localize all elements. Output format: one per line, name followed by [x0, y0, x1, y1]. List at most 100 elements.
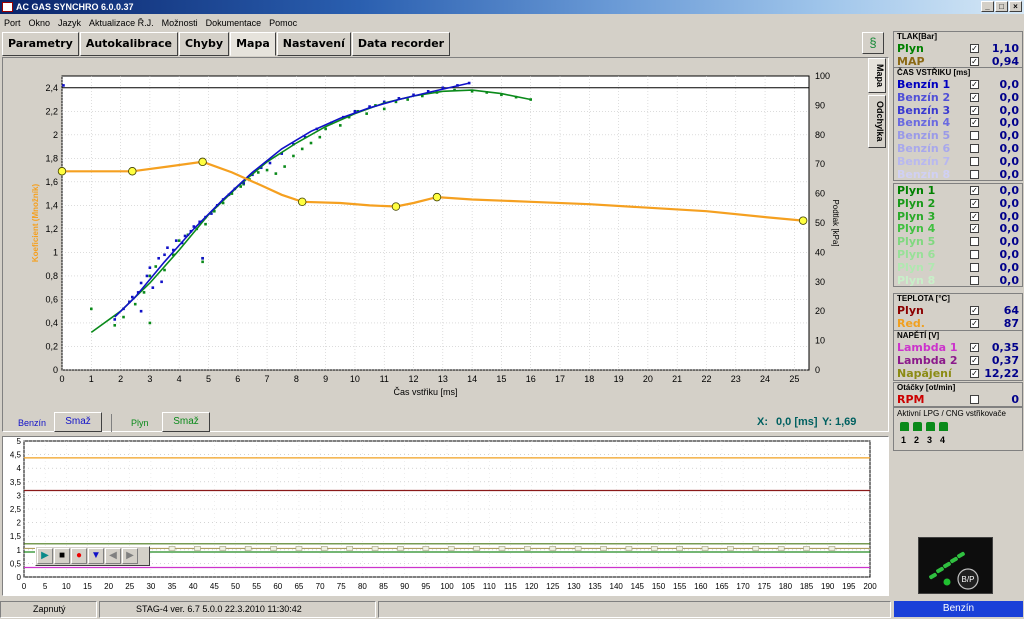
tlak-checkbox[interactable]: ✓	[970, 44, 979, 53]
cas-vstriku-row: Benzín 3 ✓ 0,0	[894, 104, 1022, 117]
y-right-tick-label: 50	[815, 218, 825, 228]
logger-x-tick-label: 30	[146, 582, 155, 591]
menu-pomoc[interactable]: Pomoc	[269, 18, 297, 28]
tab-chyby[interactable]: Chyby	[178, 32, 230, 56]
level-bar	[943, 561, 951, 569]
y-right-tick-label: 70	[815, 159, 825, 169]
koeficient-point[interactable]	[57, 167, 67, 176]
cas-vstriku-value: 0,0	[999, 167, 1020, 181]
tab-parametry[interactable]: Parametry	[2, 32, 79, 56]
menu-moznosti[interactable]: Možnosti	[162, 18, 198, 28]
plyn-checkbox[interactable]	[970, 275, 979, 285]
level-bar	[957, 551, 965, 559]
cas-vstriku-checkbox[interactable]	[970, 169, 979, 179]
y-left-tick-label: 2	[53, 130, 58, 140]
cas-vstriku-checkbox[interactable]: ✓	[970, 105, 979, 115]
injector-icon	[926, 422, 935, 431]
plyn-value: 0,0	[999, 235, 1020, 249]
plyn-checkbox[interactable]	[970, 262, 979, 272]
cas-vstriku-checkbox[interactable]	[970, 156, 979, 166]
cas-vstriku-checkbox[interactable]: ✓	[970, 92, 979, 102]
koeficient-point[interactable]	[798, 216, 808, 225]
koeficient-point[interactable]	[198, 157, 207, 167]
logger-x-tick-label: 165	[715, 582, 729, 591]
status-empty	[378, 601, 891, 618]
logger-marker	[498, 546, 506, 551]
cas-vstriku-checkbox[interactable]: ✓	[970, 118, 979, 128]
x-tick-label: 15	[496, 374, 506, 384]
plyn-value: 0,0	[999, 260, 1020, 274]
menu-okno[interactable]: Okno	[29, 18, 51, 28]
logger-x-tick-label: 120	[525, 582, 539, 591]
plyn-checkbox[interactable]: ✓	[970, 186, 979, 195]
minimize-button[interactable]: _	[981, 1, 994, 12]
tlak-row: Plyn ✓ 1,10	[894, 42, 1022, 55]
stop-button[interactable]: ■	[54, 548, 70, 564]
plyn-checkbox[interactable]: ✓	[970, 211, 979, 221]
logger-marker	[397, 546, 404, 551]
menu-port[interactable]: Port	[4, 18, 21, 28]
logger-x-tick-label: 180	[779, 582, 793, 591]
speed-down-button[interactable]: ▼	[88, 548, 104, 564]
plyn-checkbox[interactable]	[970, 237, 979, 247]
teplota-checkbox[interactable]: ✓	[970, 319, 979, 328]
koeficient-point[interactable]	[432, 192, 442, 202]
tab-autokalibrace[interactable]: Autokalibrace	[79, 32, 178, 56]
cas-vstriku-label: Benzín 4	[897, 116, 951, 130]
koeficient-point[interactable]	[391, 202, 401, 211]
cas-vstriku-checkbox[interactable]: ✓	[970, 80, 979, 89]
napeti-checkbox[interactable]: ✓	[970, 369, 979, 378]
plyn-clear-button[interactable]: Smaž	[162, 412, 210, 432]
benzin-clear-button[interactable]: Smaž	[54, 412, 102, 432]
logger-x-tick-label: 105	[461, 582, 475, 591]
plyn-point	[154, 265, 158, 268]
title-bar: AC GAS SYNCHRO 6.0.0.37 _ □ ×	[0, 0, 1024, 14]
napeti-checkbox[interactable]: ✓	[970, 343, 979, 352]
menu-aktualizace[interactable]: Aktualizace Ř.J.	[89, 18, 154, 28]
logger-x-tick-label: 195	[842, 582, 856, 591]
koeficient-point[interactable]	[298, 197, 307, 207]
cas-vstriku-checkbox[interactable]	[970, 143, 979, 153]
y-left-tick-label: 1,6	[45, 177, 58, 187]
fuel-switch-logo[interactable]: B/P	[918, 537, 993, 594]
menu-jazyk[interactable]: Jazyk	[58, 18, 81, 28]
injectors-panel: Aktivní LPG / CNG vstřikovače 1 2 3 4	[893, 407, 1023, 451]
play-button[interactable]: ▶	[37, 548, 53, 564]
x-tick-label: 7	[265, 374, 270, 384]
plyn-checkbox[interactable]: ✓	[970, 198, 979, 208]
koeficient-point[interactable]	[128, 167, 137, 176]
plyn-row: Plyn 2 ✓ 0,0	[894, 197, 1022, 210]
y-right-tick-label: 60	[815, 189, 825, 199]
tab-data-recorder[interactable]: Data recorder	[351, 32, 451, 56]
close-button[interactable]: ×	[1009, 1, 1022, 12]
plyn-label: Plyn	[131, 418, 149, 428]
app-icon	[2, 2, 13, 12]
next-button[interactable]: ▶	[122, 548, 138, 564]
map-chart[interactable]: 0 1 2 3 4 5 6 7 8 9 10 11 12 13 14 15 16 17 18 19 20 21 22 23 24…	[0, 60, 890, 405]
otacky-checkbox[interactable]	[970, 395, 979, 404]
cas-vstriku-row: Benzín 7 0,0	[894, 155, 1022, 168]
tab-mapa[interactable]: Mapa	[230, 32, 276, 56]
x-tick-label: 13	[438, 374, 448, 384]
cas-vstriku-checkbox[interactable]	[970, 131, 979, 141]
napeti-checkbox[interactable]: ✓	[970, 356, 979, 365]
plyn-point	[406, 98, 409, 101]
napeti-row: Napájení ✓ 12,22	[894, 367, 1022, 380]
plyn-row: Plyn 8 0,0	[894, 274, 1022, 287]
logger-marker	[346, 546, 354, 551]
benzin-point	[145, 274, 149, 278]
tab-nastaveni[interactable]: Nastavení	[276, 32, 351, 56]
logger-marker	[752, 546, 760, 551]
napeti-value: 0,35	[991, 341, 1019, 354]
record-button[interactable]: ●	[71, 548, 87, 564]
otacky-value: 0	[1011, 393, 1019, 406]
connection-icon[interactable]: §	[862, 32, 884, 54]
teplota-checkbox[interactable]: ✓	[970, 306, 979, 315]
plyn-label: Plyn 8	[897, 273, 936, 287]
menu-dokumentace[interactable]: Dokumentace	[206, 18, 262, 28]
maximize-button[interactable]: □	[995, 1, 1008, 12]
prev-button[interactable]: ◀	[105, 548, 121, 564]
plyn-checkbox[interactable]: ✓	[970, 224, 979, 234]
tlak-checkbox[interactable]: ✓	[970, 57, 979, 66]
plyn-checkbox[interactable]	[970, 249, 979, 259]
